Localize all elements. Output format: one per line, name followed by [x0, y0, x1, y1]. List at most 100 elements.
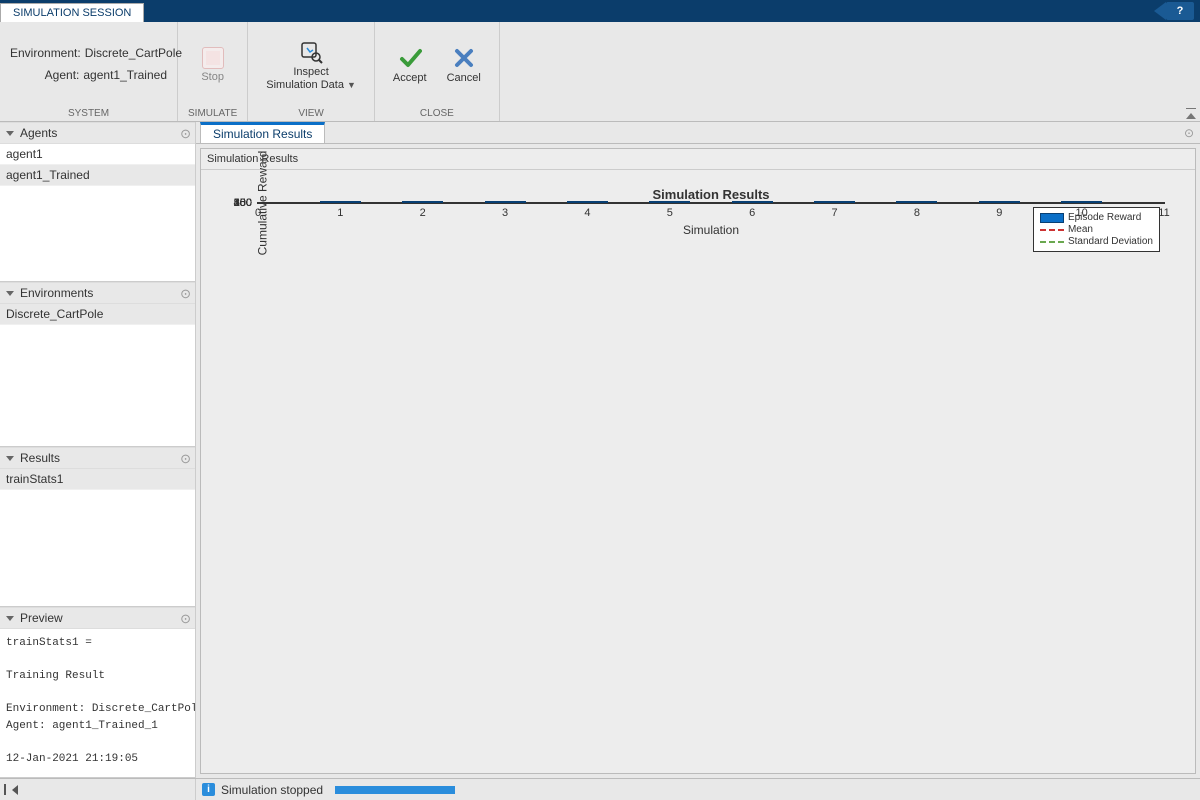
ribbon-group-title-view: VIEW — [258, 106, 364, 121]
preview-panel-title: Preview — [20, 611, 63, 625]
x-axis-label: Simulation — [683, 223, 739, 237]
chart-bar[interactable] — [567, 201, 608, 203]
legend-line-icon — [1040, 229, 1064, 231]
ribbon-group-system: Environment: Discrete_CartPole Agent: ag… — [0, 22, 178, 121]
accept-label: Accept — [393, 72, 427, 85]
ribbon-group-title-system: SYSTEM — [10, 106, 167, 121]
panel-options-icon[interactable]: ⊙ — [180, 287, 191, 300]
x-tick: 4 — [584, 203, 590, 219]
ribbon-group-title-simulate: SIMULATE — [188, 106, 237, 121]
progress-bar — [335, 786, 455, 794]
title-bar: SIMULATION SESSION ? — [0, 0, 1200, 22]
statusbar-triangle-icon — [12, 785, 18, 795]
title-tab[interactable]: SIMULATION SESSION — [0, 3, 144, 22]
chart-bar[interactable] — [485, 201, 526, 203]
legend-swatch-icon — [1040, 213, 1064, 223]
list-item[interactable]: agent1_Trained — [0, 165, 195, 186]
preview-panel: Preview ⊙ trainStats1 = Training Result … — [0, 607, 195, 778]
cancel-button[interactable]: Cancel — [439, 44, 489, 87]
environments-panel-title: Environments — [20, 286, 93, 300]
stop-icon — [202, 47, 224, 69]
x-tick: 6 — [749, 203, 755, 219]
preview-panel-header[interactable]: Preview ⊙ — [0, 607, 195, 629]
info-icon: i — [202, 783, 215, 796]
ribbon-group-view: Inspect Simulation Data ▼ VIEW — [248, 22, 375, 121]
help-button[interactable]: ? — [1166, 2, 1194, 20]
x-tick: 8 — [914, 203, 920, 219]
statusbar-left-controls[interactable] — [0, 779, 196, 800]
chart-legend[interactable]: Episode Reward Mean Standard Deviation — [1033, 207, 1160, 252]
statusbar-main: i Simulation stopped — [196, 783, 455, 797]
content-area: Simulation Results ⊙ Simulation Results … — [196, 122, 1200, 778]
results-panel-title: Results — [20, 451, 60, 465]
chart-bar[interactable] — [732, 201, 773, 203]
legend-episode-reward: Episode Reward — [1040, 212, 1153, 223]
x-tick: 3 — [502, 203, 508, 219]
results-list: trainStats1 — [0, 469, 195, 606]
status-text: Simulation stopped — [221, 783, 323, 797]
environment-label: Environment: — [10, 46, 81, 60]
stop-button: Stop — [193, 45, 232, 86]
chart-bar[interactable] — [649, 201, 690, 203]
accept-button[interactable]: Accept — [385, 44, 435, 87]
collapse-icon — [6, 131, 14, 136]
chart-bar[interactable] — [814, 201, 855, 203]
cancel-label: Cancel — [447, 72, 481, 85]
environment-row: Environment: Discrete_CartPole — [10, 46, 167, 60]
collapse-icon — [6, 616, 14, 621]
collapse-icon — [6, 456, 14, 461]
document-tabs: Simulation Results ⊙ — [196, 122, 1200, 144]
agent-label: Agent: — [10, 68, 79, 82]
inspect-label: Inspect Simulation Data ▼ — [266, 66, 356, 92]
list-item[interactable]: Discrete_CartPole — [0, 304, 195, 325]
collapse-icon — [6, 291, 14, 296]
inspect-icon — [299, 40, 323, 64]
x-tick: 5 — [667, 203, 673, 219]
chart-bar[interactable] — [979, 201, 1020, 203]
status-bar: i Simulation stopped — [0, 778, 1200, 800]
tab-simulation-results[interactable]: Simulation Results — [200, 122, 325, 143]
dropdown-arrow-icon: ▼ — [347, 80, 356, 90]
x-tick: 2 — [420, 203, 426, 219]
chart-bar[interactable] — [320, 201, 361, 203]
x-tick: 11 — [1158, 203, 1169, 219]
agent-row: Agent: agent1_Trained — [10, 68, 167, 82]
panel-options-icon[interactable]: ⊙ — [180, 127, 191, 140]
environments-panel: Environments ⊙ Discrete_CartPole — [0, 282, 195, 447]
ribbon-group-close: Accept Cancel CLOSE — [375, 22, 500, 121]
cancel-icon — [452, 46, 476, 70]
agents-panel-header[interactable]: Agents ⊙ — [0, 122, 195, 144]
x-tick: 10 — [1076, 203, 1088, 219]
ribbon: Environment: Discrete_CartPole Agent: ag… — [0, 22, 1200, 122]
environments-list: Discrete_CartPole — [0, 304, 195, 446]
main-area: Agents ⊙ agent1agent1_Trained Environmen… — [0, 122, 1200, 778]
agents-panel-title: Agents — [20, 126, 57, 140]
doc-options-icon[interactable]: ⊙ — [1184, 126, 1194, 140]
chart-panel: Simulation Results Simulation Results Cu… — [200, 148, 1196, 774]
list-item[interactable]: agent1 — [0, 144, 195, 165]
x-tick: 9 — [996, 203, 1002, 219]
chart-bar[interactable] — [402, 201, 443, 203]
panel-options-icon[interactable]: ⊙ — [180, 452, 191, 465]
sidebar: Agents ⊙ agent1agent1_Trained Environmen… — [0, 122, 196, 778]
statusbar-bar-icon — [4, 784, 6, 795]
list-item[interactable]: trainStats1 — [0, 469, 195, 490]
environments-panel-header[interactable]: Environments ⊙ — [0, 282, 195, 304]
x-tick: 1 — [337, 203, 343, 219]
chart-title: Simulation Results — [258, 187, 1164, 202]
legend-std: Standard Deviation — [1040, 236, 1153, 247]
preview-body: trainStats1 = Training Result Environmen… — [0, 629, 195, 773]
agent-value[interactable]: agent1_Trained — [83, 68, 167, 82]
environment-value[interactable]: Discrete_CartPole — [85, 46, 182, 60]
x-tick: 0 — [255, 203, 261, 219]
panel-options-icon[interactable]: ⊙ — [180, 612, 191, 625]
chart-bar[interactable] — [1061, 201, 1102, 203]
results-panel-header[interactable]: Results ⊙ — [0, 447, 195, 469]
ribbon-group-title-close: CLOSE — [385, 106, 489, 121]
inspect-simulation-data-button[interactable]: Inspect Simulation Data ▼ — [258, 38, 364, 94]
ribbon-collapse-controls[interactable] — [1186, 108, 1196, 119]
chart-panel-title: Simulation Results — [201, 149, 1195, 170]
chart-bar[interactable] — [896, 201, 937, 203]
plot-area[interactable]: Simulation Results Cumulative Reward Sim… — [257, 202, 1165, 204]
legend-mean: Mean — [1040, 224, 1153, 235]
